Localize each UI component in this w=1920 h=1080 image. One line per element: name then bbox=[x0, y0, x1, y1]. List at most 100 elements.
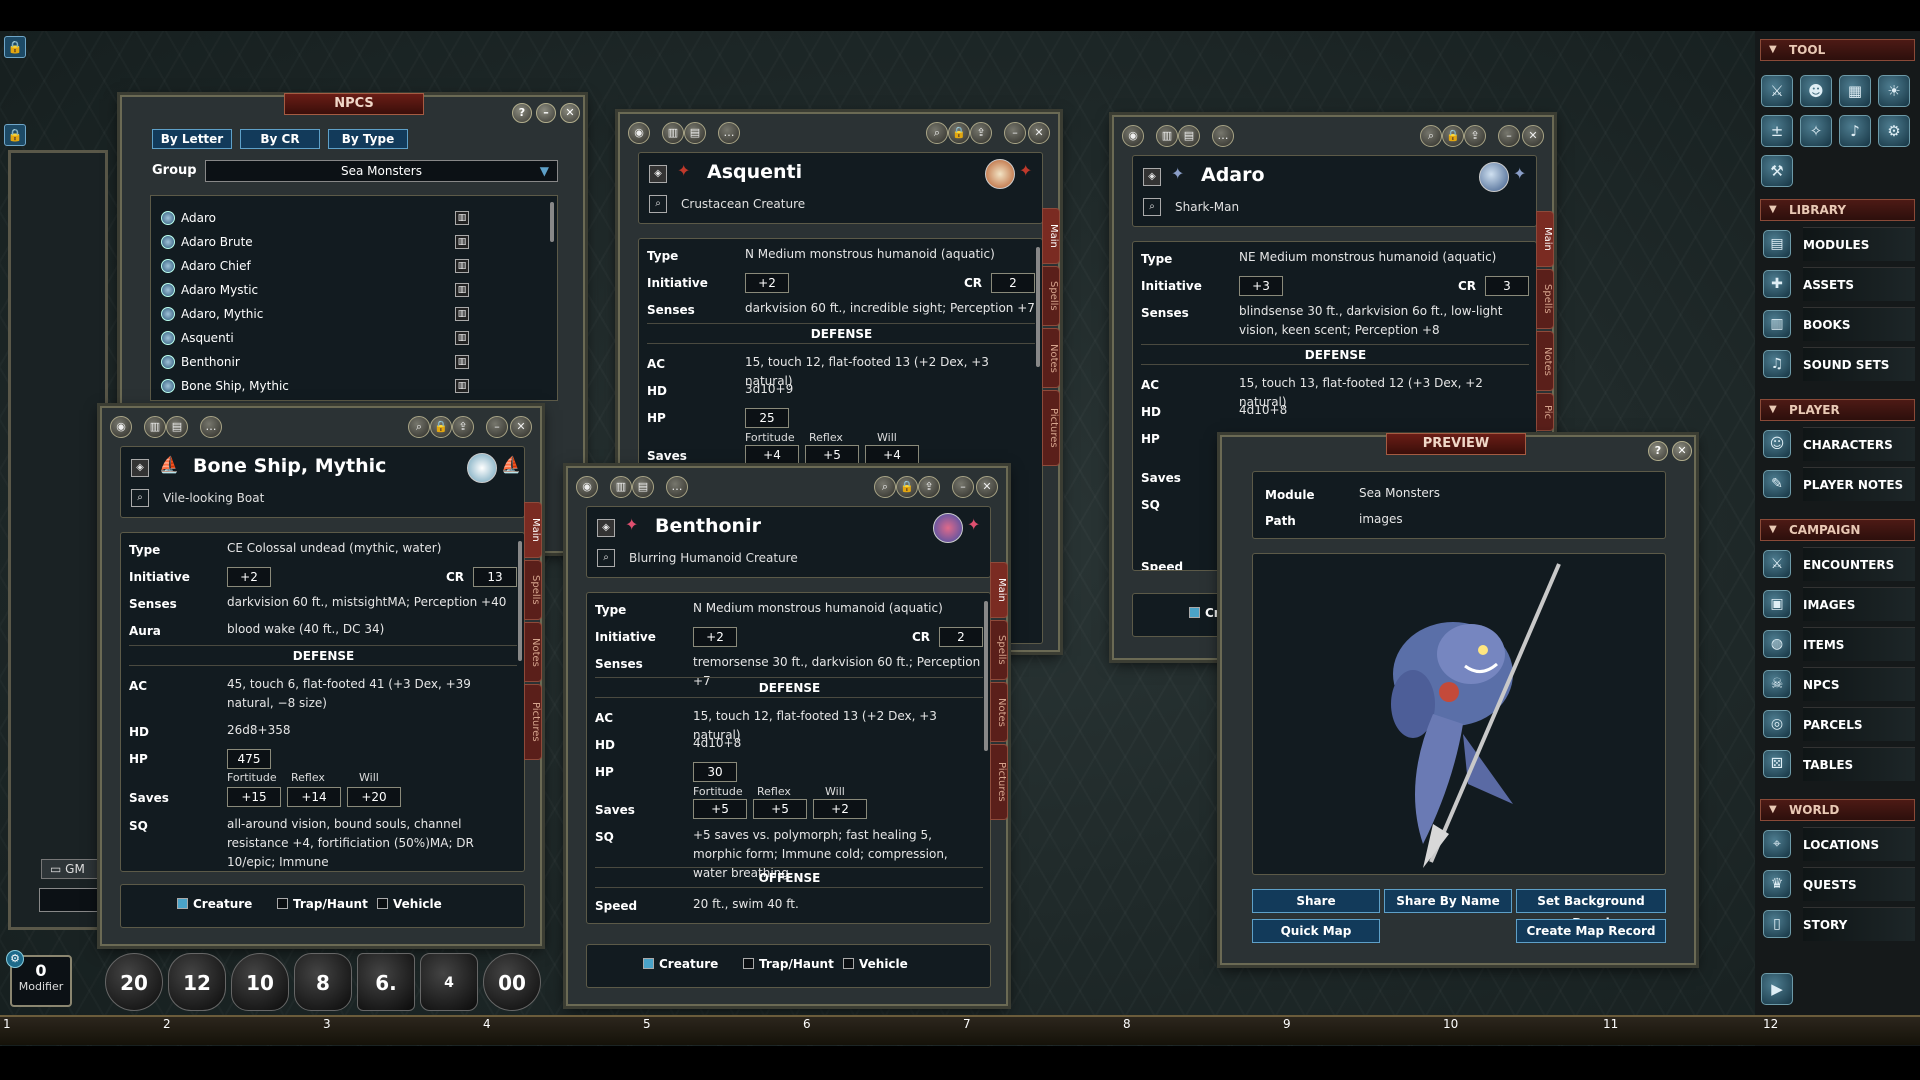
initiative-field[interactable]: +2 bbox=[745, 273, 789, 293]
portrait-icon[interactable]: ◉ bbox=[576, 476, 598, 498]
book-icon[interactable]: ▥ bbox=[610, 476, 632, 498]
list-item[interactable]: Benthonir ▥ bbox=[151, 352, 481, 372]
record-link-icon[interactable]: ▥ bbox=[455, 235, 469, 249]
hotkey-7[interactable]: 7 bbox=[963, 1017, 971, 1031]
npc-name[interactable]: Asquenti bbox=[707, 161, 802, 183]
group-select[interactable]: Sea Monsters ▼ bbox=[205, 160, 558, 182]
ac-value[interactable]: 45, touch 6, flat-footed 41 (+3 Dex, +39… bbox=[227, 675, 517, 713]
lock-icon[interactable]: 🔒 bbox=[948, 122, 970, 144]
d10-die[interactable]: 10 bbox=[231, 953, 289, 1011]
search-icon[interactable]: ⌕ bbox=[597, 549, 615, 567]
senses-value[interactable]: blindsense 30 ft., darkvision 6o ft., lo… bbox=[1239, 302, 1529, 340]
hotkey-2[interactable]: 2 bbox=[163, 1017, 171, 1031]
d8-die[interactable]: 8 bbox=[294, 953, 352, 1011]
sidebar-item-sound-sets[interactable]: ♫ SOUND SETS bbox=[1763, 347, 1915, 381]
gear-icon[interactable]: ⚙ bbox=[1878, 115, 1910, 147]
book-icon[interactable]: ▥ bbox=[1156, 125, 1178, 147]
npc-subtitle[interactable]: Shark-Man bbox=[1175, 200, 1239, 214]
creature-checkbox[interactable]: Creature bbox=[177, 897, 252, 911]
search-icon[interactable]: ⌕ bbox=[874, 476, 896, 498]
hotkey-11[interactable]: 11 bbox=[1603, 1017, 1618, 1031]
help-button[interactable]: ? bbox=[1648, 441, 1668, 461]
token-icon[interactable]: ✦ bbox=[1019, 161, 1037, 185]
record-link-icon[interactable]: ▥ bbox=[455, 307, 469, 321]
tab-main[interactable]: Main bbox=[1536, 211, 1554, 267]
npc-subtitle[interactable]: Blurring Humanoid Creature bbox=[629, 551, 798, 565]
tab-spells[interactable]: Spells bbox=[990, 620, 1008, 680]
close-button[interactable]: ✕ bbox=[1672, 441, 1692, 461]
cr-field[interactable]: 2 bbox=[991, 273, 1035, 293]
record-link-icon[interactable]: ▥ bbox=[455, 379, 469, 393]
tab-spells[interactable]: Spells bbox=[1042, 266, 1060, 326]
sidebar-item-player-notes[interactable]: ✎ PLAYER NOTES bbox=[1763, 467, 1915, 501]
pages-icon[interactable]: ▤ bbox=[684, 122, 706, 144]
sidebar-item-assets[interactable]: ✚ ASSETS bbox=[1763, 267, 1915, 301]
creature-checkbox[interactable]: Creature bbox=[643, 957, 718, 971]
share-by-name-button[interactable]: Share By Name bbox=[1384, 889, 1512, 913]
sidebar-item-npcs[interactable]: ☠ NPCS bbox=[1763, 667, 1915, 701]
tab-spells[interactable]: Spells bbox=[524, 560, 542, 620]
section-library[interactable]: LIBRARY bbox=[1760, 199, 1915, 221]
will-field[interactable]: +4 bbox=[865, 445, 919, 465]
initiative-field[interactable]: +2 bbox=[693, 627, 737, 647]
hotkey-6[interactable]: 6 bbox=[803, 1017, 811, 1031]
scrollbar[interactable] bbox=[1036, 247, 1040, 367]
list-item[interactable]: Adaro, Mythic ▥ bbox=[151, 304, 481, 324]
close-button[interactable]: ✕ bbox=[1522, 125, 1544, 147]
sq-value[interactable]: all-around vision, bound souls, channel … bbox=[227, 815, 517, 871]
tab-notes[interactable]: Notes bbox=[1536, 331, 1554, 391]
type-value[interactable]: CE Colossal undead (mythic, water) bbox=[227, 539, 441, 558]
speed-value[interactable]: 20 ft., swim 40 ft. bbox=[693, 895, 799, 914]
reflex-field[interactable]: +5 bbox=[805, 445, 859, 465]
hotkey-3[interactable]: 3 bbox=[323, 1017, 331, 1031]
hotkey-9[interactable]: 9 bbox=[1283, 1017, 1291, 1031]
minimize-button[interactable]: – bbox=[952, 476, 974, 498]
list-item[interactable]: Adaro Mystic ▥ bbox=[151, 280, 481, 300]
section-player[interactable]: PLAYER bbox=[1760, 399, 1915, 421]
modifier-icon[interactable]: ± bbox=[1761, 115, 1793, 147]
npc-name[interactable]: Bone Ship, Mythic bbox=[193, 455, 386, 477]
tab-notes[interactable]: Notes bbox=[1042, 328, 1060, 388]
filter-by-cr-button[interactable]: By CR bbox=[240, 129, 320, 149]
chat-icon[interactable]: … bbox=[200, 416, 222, 438]
minimize-button[interactable]: – bbox=[536, 103, 556, 123]
share-button[interactable]: Share bbox=[1252, 889, 1380, 913]
music-icon[interactable]: ♪ bbox=[1839, 115, 1871, 147]
tab-main[interactable]: Main bbox=[524, 502, 542, 558]
hotkey-12[interactable]: 12 bbox=[1763, 1017, 1778, 1031]
calendar-icon[interactable]: ▦ bbox=[1839, 75, 1871, 107]
token-icon[interactable]: ✦ bbox=[1171, 164, 1189, 188]
record-link-icon[interactable]: ▥ bbox=[455, 259, 469, 273]
record-link-icon[interactable]: ▥ bbox=[455, 355, 469, 369]
type-value[interactable]: N Medium monstrous humanoid (aquatic) bbox=[693, 599, 943, 618]
d12-die[interactable]: 12 bbox=[168, 953, 226, 1011]
tab-pictures[interactable]: Pictures bbox=[990, 744, 1008, 820]
aura-value[interactable]: blood wake (40 ft., DC 34) bbox=[227, 620, 517, 639]
list-item[interactable]: Adaro ▥ bbox=[151, 208, 481, 228]
portrait-icon[interactable]: ◉ bbox=[628, 122, 650, 144]
trap-haunt-checkbox[interactable]: Trap/Haunt bbox=[277, 897, 368, 911]
token-icon[interactable]: ✦ bbox=[625, 515, 643, 539]
minimize-button[interactable]: – bbox=[1004, 122, 1026, 144]
sidebar-item-books[interactable]: ▥ BOOKS bbox=[1763, 307, 1915, 341]
pages-icon[interactable]: ▤ bbox=[632, 476, 654, 498]
fortitude-field[interactable]: +15 bbox=[227, 787, 281, 807]
tab-notes[interactable]: Notes bbox=[990, 682, 1008, 742]
party-icon[interactable]: ☻ bbox=[1800, 75, 1832, 107]
pages-icon[interactable]: ▤ bbox=[1178, 125, 1200, 147]
section-tool[interactable]: TOOL bbox=[1760, 39, 1915, 61]
npc-name[interactable]: Adaro bbox=[1201, 164, 1265, 186]
tab-pictures[interactable]: Pictures bbox=[1042, 390, 1060, 466]
search-icon[interactable]: ⌕ bbox=[926, 122, 948, 144]
tab-pictures[interactable]: Pic bbox=[1536, 393, 1554, 431]
share-icon[interactable]: ⇪ bbox=[918, 476, 940, 498]
portrait-icon[interactable]: ◉ bbox=[1122, 125, 1144, 147]
hd-value[interactable]: 4d10+8 bbox=[693, 734, 741, 753]
hp-field[interactable]: 475 bbox=[227, 749, 271, 769]
type-value[interactable]: NE Medium monstrous humanoid (aquatic) bbox=[1239, 248, 1496, 267]
lock-icon[interactable]: 🔒 bbox=[4, 36, 26, 58]
record-link-icon[interactable]: ▥ bbox=[455, 331, 469, 345]
reflex-field[interactable]: +5 bbox=[753, 799, 807, 819]
hotkey-8[interactable]: 8 bbox=[1123, 1017, 1131, 1031]
fortitude-field[interactable]: +5 bbox=[693, 799, 747, 819]
